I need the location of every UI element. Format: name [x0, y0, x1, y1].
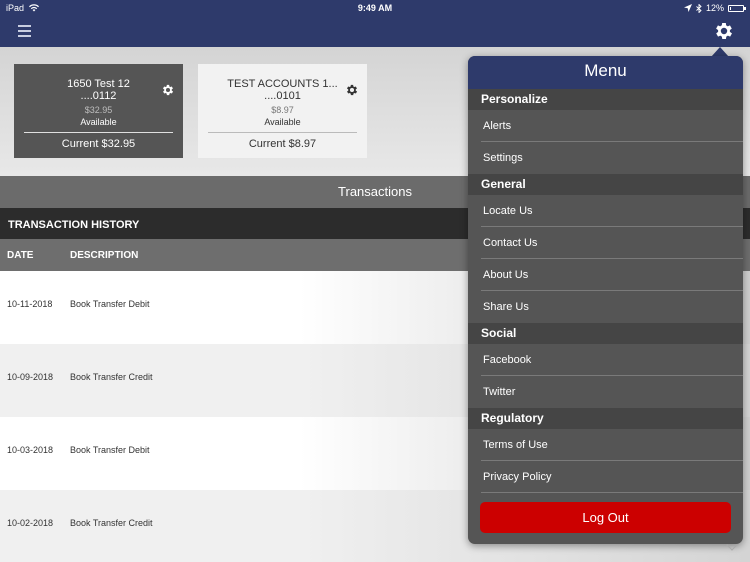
menu-item-privacy-policy[interactable]: Privacy Policy: [468, 461, 743, 493]
row-description: Book Transfer Debit: [70, 445, 150, 455]
menu-item-settings[interactable]: Settings: [468, 142, 743, 174]
hamburger-icon[interactable]: [18, 25, 31, 37]
row-date: 10-09-2018: [7, 372, 54, 382]
account-availability: Available: [264, 117, 301, 127]
menu-item-label: Contact Us: [483, 237, 538, 249]
menu-item-label: Share Us: [483, 301, 529, 313]
section-general: General: [468, 174, 743, 195]
section-social: Social: [468, 323, 743, 344]
account-number: ....0101: [264, 90, 301, 102]
row-description: Book Transfer Credit: [70, 372, 153, 382]
row-date: 10-11-2018: [7, 299, 53, 309]
menu-item-label: Terms of Use: [483, 439, 548, 451]
location-arrow-icon: [683, 4, 692, 12]
account-current-balance: Current $8.97: [248, 138, 317, 150]
menu-item-label: Privacy Policy: [483, 471, 552, 483]
battery-percent: 12%: [705, 3, 724, 13]
row-date: 10-02-2018: [7, 518, 54, 528]
account-availability: Available: [80, 117, 117, 127]
account-card[interactable]: 1650 Test 12 ....0112 $32.95 Available C…: [14, 64, 183, 158]
menu-popover: Menu Personalize Alerts Settings General…: [468, 56, 743, 544]
account-gear-icon[interactable]: [161, 83, 175, 97]
menu-item-facebook[interactable]: Facebook: [468, 344, 743, 376]
gear-icon[interactable]: [713, 20, 735, 42]
account-balance: $8.97: [271, 105, 294, 115]
navigation-bar: [0, 16, 750, 47]
menu-item-label: Locate Us: [483, 205, 533, 217]
menu-item-twitter[interactable]: Twitter: [468, 376, 743, 408]
row-date: 10-03-2018: [7, 445, 54, 455]
menu-item-about-us[interactable]: About Us: [468, 259, 743, 291]
battery-icon: [728, 4, 746, 12]
section-personalize: Personalize: [468, 89, 743, 110]
menu-item-contact-us[interactable]: Contact Us: [468, 227, 743, 259]
section-regulatory: Regulatory: [468, 408, 743, 429]
menu-title: Menu: [468, 56, 743, 89]
row-description: Book Transfer Credit: [70, 518, 153, 528]
menu-item-label: Twitter: [483, 386, 516, 398]
menu-item-locate-us[interactable]: Locate Us: [468, 195, 743, 227]
menu-item-label: Alerts: [483, 120, 512, 132]
account-number: ....0112: [80, 90, 117, 102]
account-current-balance: Current $32.95: [61, 138, 136, 150]
menu-item-label: Facebook: [483, 354, 532, 366]
divider: [24, 132, 173, 133]
menu-item-label: About Us: [483, 269, 529, 281]
menu-item-alerts[interactable]: Alerts: [468, 110, 743, 142]
menu-item-terms-of-use[interactable]: Terms of Use: [468, 429, 743, 461]
account-name: 1650 Test 12: [67, 78, 130, 90]
menu-item-share-us[interactable]: Share Us: [468, 291, 743, 323]
logout-button[interactable]: Log Out: [480, 502, 731, 533]
divider: [481, 492, 743, 493]
status-bar: iPad 9:49 AM 12%: [0, 0, 750, 16]
account-name: TEST ACCOUNTS 1...: [227, 78, 338, 90]
menu-item-label: Settings: [483, 152, 523, 164]
account-card[interactable]: TEST ACCOUNTS 1... ....0101 $8.97 Availa…: [198, 64, 367, 158]
row-description: Book Transfer Debit: [70, 299, 150, 309]
divider: [208, 132, 357, 133]
status-time: 9:49 AM: [357, 3, 393, 13]
column-header-description: DESCRIPTION: [70, 250, 139, 261]
account-balance: $32.95: [84, 105, 113, 115]
column-header-date: DATE: [7, 250, 34, 261]
bluetooth-icon: [696, 3, 702, 13]
account-gear-icon[interactable]: [345, 83, 359, 97]
battery-level: [730, 6, 731, 10]
